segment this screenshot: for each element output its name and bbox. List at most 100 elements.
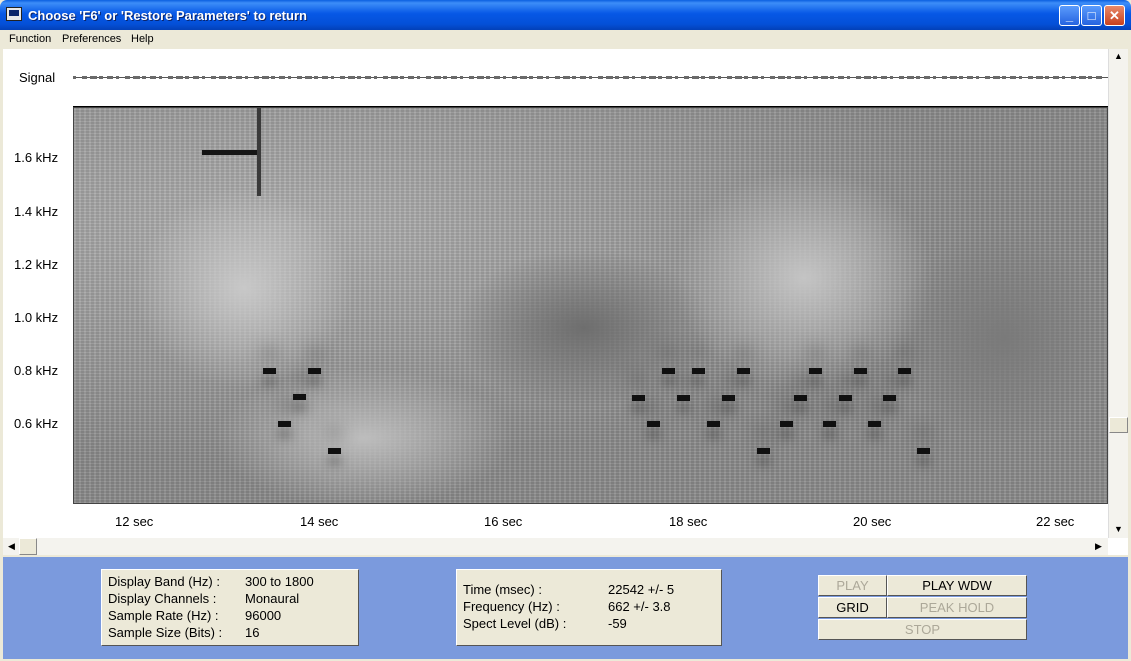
signal-sample	[82, 76, 87, 79]
signal-sample	[735, 76, 742, 79]
scroll-right-icon[interactable]: ▶	[1095, 541, 1102, 552]
sample-size-value: 16	[245, 625, 260, 640]
signal-sample	[684, 76, 689, 79]
signal-waveform[interactable]	[73, 51, 1108, 107]
signal-sample	[357, 76, 361, 79]
call-note	[722, 395, 735, 401]
menu-preferences[interactable]: Preferences	[62, 33, 121, 45]
title-bar[interactable]: Choose 'F6' or 'Restore Parameters' to r…	[0, 0, 1131, 30]
horizontal-scroll-thumb[interactable]	[19, 538, 37, 555]
signal-sample	[572, 76, 576, 79]
spectrogram-noise	[894, 228, 1107, 448]
minimize-button[interactable]: _	[1059, 5, 1080, 26]
call-note	[647, 421, 660, 427]
signal-sample	[770, 76, 775, 79]
call-note	[854, 368, 867, 374]
display-band-label: Display Band (Hz) :	[108, 574, 220, 589]
sample-size-label: Sample Size (Bits) :	[108, 625, 223, 640]
call-note	[737, 368, 750, 374]
signal-sample	[1045, 76, 1049, 79]
call-note	[917, 448, 930, 454]
signal-sample	[305, 76, 312, 79]
signal-sample	[1079, 76, 1086, 79]
scroll-left-icon[interactable]: ◀	[8, 541, 15, 552]
signal-sample	[1088, 76, 1092, 79]
signal-sample	[598, 76, 603, 79]
signal-sample	[752, 76, 758, 79]
peak-hold-button[interactable]: PEAK HOLD	[887, 597, 1027, 618]
signal-sample	[787, 76, 791, 79]
signal-sample	[451, 76, 457, 79]
call-note	[809, 368, 822, 374]
signal-sample	[486, 76, 490, 79]
display-band-value: 300 to 1800	[245, 574, 314, 589]
signal-sample	[993, 76, 1000, 79]
call-note	[662, 368, 675, 374]
stop-button[interactable]: STOP	[818, 619, 1027, 640]
signal-sample	[176, 76, 183, 79]
signal-sample	[99, 76, 103, 79]
signal-sample	[873, 76, 877, 79]
signal-sample	[864, 76, 871, 79]
vertical-scroll-thumb[interactable]	[1109, 417, 1128, 433]
call-note	[692, 368, 705, 374]
call-note	[898, 368, 911, 374]
menu-help[interactable]: Help	[131, 33, 154, 45]
signal-sample	[555, 76, 560, 79]
signal-sample	[391, 76, 398, 79]
status-panel: Display Band (Hz) : 300 to 1800 Display …	[3, 557, 1128, 659]
signal-sample	[967, 76, 973, 79]
signal-sample	[150, 76, 156, 79]
signal-sample	[219, 76, 226, 79]
signal-sample	[1002, 76, 1006, 79]
scroll-down-icon[interactable]: ▼	[1114, 524, 1123, 534]
grid-button[interactable]: GRID	[818, 597, 887, 618]
call-note	[780, 421, 793, 427]
signal-sample	[168, 76, 173, 79]
signal-sample	[159, 76, 162, 79]
play-button[interactable]: PLAY	[818, 575, 887, 596]
spectrogram[interactable]	[73, 107, 1108, 504]
signal-sample	[950, 76, 957, 79]
signal-sample	[1071, 76, 1076, 79]
signal-sample	[1096, 76, 1102, 79]
signal-sample	[408, 76, 414, 79]
play-window-button[interactable]: PLAY WDW	[887, 575, 1027, 596]
signal-sample	[520, 76, 527, 79]
signal-sample	[185, 76, 189, 79]
horizontal-scrollbar[interactable]: ◀ ▶	[3, 538, 1108, 555]
signal-sample	[116, 76, 119, 79]
signal-sample	[718, 76, 721, 79]
scroll-up-icon[interactable]: ▲	[1114, 51, 1123, 61]
call-note	[839, 395, 852, 401]
y-tick-label: 1.4 kHz	[14, 204, 59, 219]
signal-sample	[271, 76, 275, 79]
call-note	[278, 421, 291, 427]
signal-sample	[331, 76, 334, 79]
signal-sample	[279, 76, 285, 79]
signal-sample	[623, 76, 629, 79]
app-icon[interactable]	[6, 7, 22, 21]
spectrogram-noise	[214, 368, 514, 503]
signal-sample	[236, 76, 242, 79]
y-tick-label: 0.6 kHz	[14, 416, 59, 431]
call-note	[794, 395, 807, 401]
close-button[interactable]: ✕	[1104, 5, 1125, 26]
window-title: Choose 'F6' or 'Restore Parameters' to r…	[28, 8, 307, 23]
signal-sample	[314, 76, 318, 79]
sample-rate-label: Sample Rate (Hz) :	[108, 608, 219, 623]
signal-sample	[1010, 76, 1016, 79]
maximize-button[interactable]: □	[1081, 5, 1102, 26]
signal-sample	[692, 76, 699, 79]
signal-sample	[856, 76, 861, 79]
signal-sample	[666, 76, 672, 79]
vertical-scrollbar[interactable]: ▲ ▼	[1108, 49, 1128, 538]
menu-function[interactable]: Function	[9, 33, 51, 45]
signal-sample	[985, 76, 990, 79]
signal-sample	[1036, 76, 1043, 79]
signal-sample	[959, 76, 963, 79]
x-tick-label: 12 sec	[115, 514, 154, 529]
signal-sample	[73, 76, 76, 79]
signal-sample	[417, 76, 420, 79]
signal-sample	[245, 76, 248, 79]
